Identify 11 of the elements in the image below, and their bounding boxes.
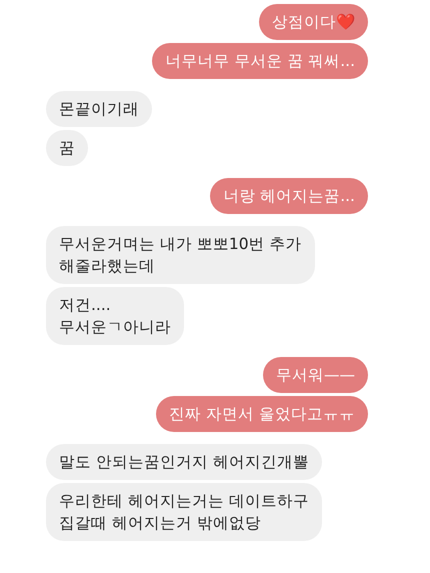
received-message: 무서운거며는 내가 뽀뽀10번 추가 해줄라했는데 [46, 226, 315, 284]
sent-message: 무서워—— [263, 357, 368, 393]
sent-message: 상점이다❤ [259, 4, 368, 40]
received-message: 말도 안되는꿈인거지 헤어지긴개뿔 [46, 444, 322, 480]
sent-message: 너무너무 무서운 꿈 꿔써... [152, 43, 368, 79]
received-message: 꿈 [46, 130, 88, 166]
sent-message: 진짜 자면서 울었다고ㅠㅠ [156, 396, 368, 432]
received-message: 몬끝이기래 [46, 91, 152, 127]
sent-message: 너랑 헤어지는꿈... [210, 178, 368, 214]
received-message: 우리한테 헤어지는거는 데이트하구 집갈때 헤어지는거 밖에없당 [46, 483, 322, 541]
received-message: 저건.... 무서운ㄱ아니라 [46, 287, 184, 345]
